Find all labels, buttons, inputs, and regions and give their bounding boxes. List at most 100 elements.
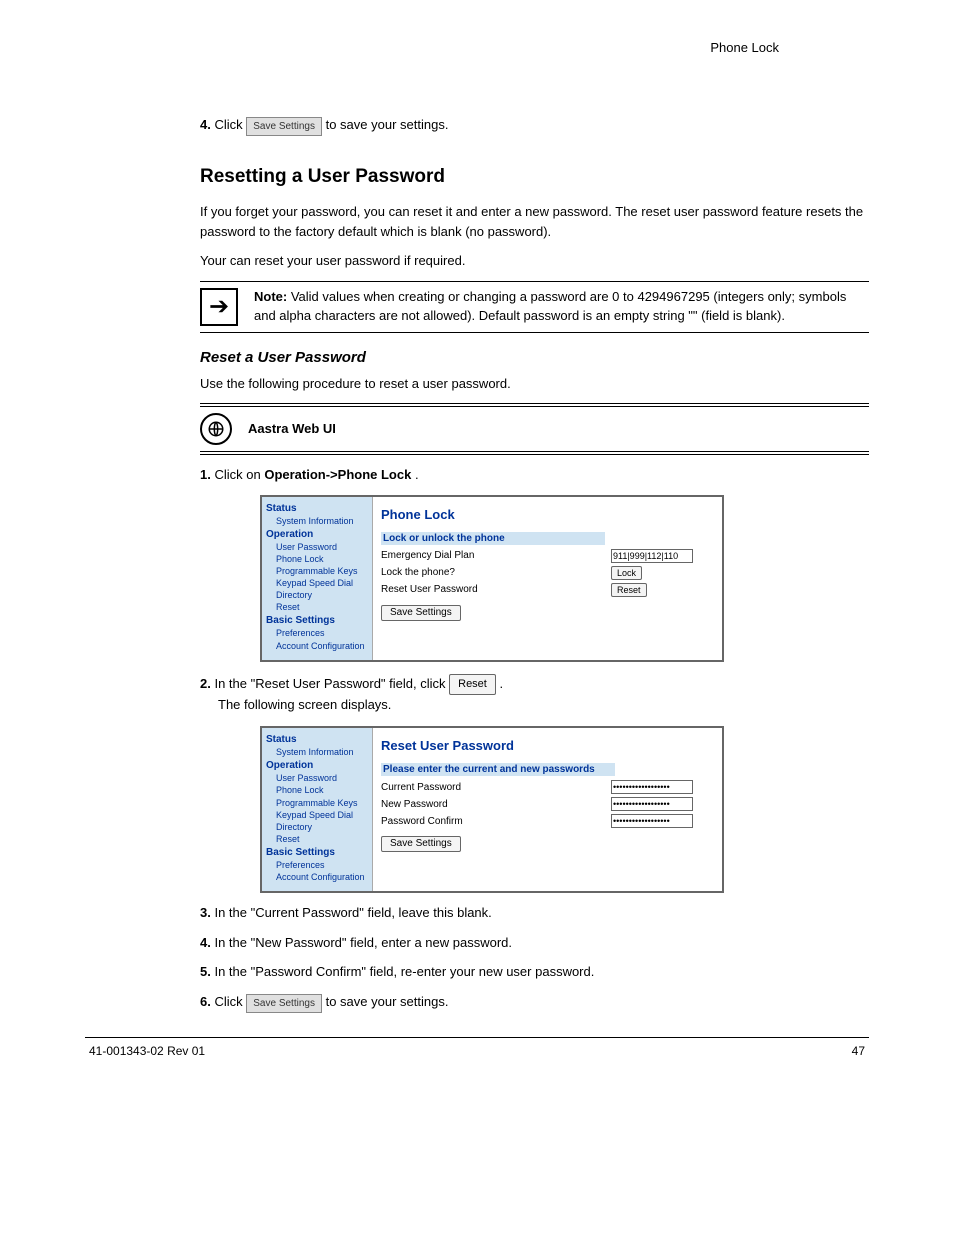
rule-double [200,451,869,455]
step-num: 4. [200,117,211,132]
rule [200,332,869,333]
panel-title: Reset User Password [381,738,714,753]
step-3: 3. In the "Current Password" field, leav… [200,903,869,923]
step-6: 6. Click Save Settings to save your sett… [200,992,869,1013]
step-text-after: . [415,467,419,482]
save-settings-button-image: Save Settings [246,117,322,136]
row-save: Save Settings [381,836,714,852]
row-lock: Lock the phone? Lock [381,566,714,580]
sidebar-sysinfo[interactable]: System Information [276,515,368,527]
sidebar-acctcfg[interactable]: Account Configuration [276,871,368,883]
step-text-after: to save your settings. [326,117,449,132]
input-new-password[interactable] [611,797,693,811]
row-reset: Reset User Password Reset [381,583,714,597]
step-num: 3. [200,905,211,920]
input-current-password[interactable] [611,780,693,794]
sidebar-phonelock[interactable]: Phone Lock [276,784,368,796]
webui-step1: 1. Click on Operation->Phone Lock . [200,465,869,485]
row-confirm: Password Confirm [381,814,714,828]
step-text-before: Click on [214,467,264,482]
sidebar-sysinfo[interactable]: System Information [276,746,368,758]
panel-subheader: Lock or unlock the phone [381,532,605,545]
panel-title: Phone Lock [381,507,714,522]
sidebar-prefs[interactable]: Preferences [276,627,368,639]
sidebar-basic[interactable]: Basic Settings [266,847,368,858]
input-confirm-password[interactable] [611,814,693,828]
content-pane: Reset User Password Please enter the cur… [372,728,722,891]
footer-right: 47 [852,1044,865,1058]
sidebar: Status System Information Operation User… [262,497,372,660]
sidebar-reset[interactable]: Reset [276,601,368,613]
section-heading-reset: Resetting a User Password [200,166,869,188]
row-current: Current Password [381,780,714,794]
sidebar-operation[interactable]: Operation [266,529,368,540]
sidebar-prefs[interactable]: Preferences [276,859,368,871]
note-row: ➔ Note: Valid values when creating or ch… [200,282,869,332]
save-settings-button[interactable]: Save Settings [381,605,461,621]
sidebar-phonelock[interactable]: Phone Lock [276,553,368,565]
sidebar-directory[interactable]: Directory [276,589,368,601]
sidebar-speeddial[interactable]: Keypad Speed Dial [276,577,368,589]
sidebar-progkeys[interactable]: Programmable Keys [276,797,368,809]
screenshot-reset-password: Status System Information Operation User… [260,726,724,893]
note-text: Note: Valid values when creating or chan… [254,288,869,324]
footer-rule [85,1037,869,1038]
step-num: 4. [200,935,211,950]
step-bold-path: Operation->Phone Lock [264,467,411,482]
reset-intro-line2: Your can reset your user password if req… [200,251,869,271]
save-settings-button-image: Save Settings [246,994,322,1013]
step-before: Click [214,994,246,1009]
screenshot-phone-lock: Status System Information Operation User… [260,495,724,662]
row-save: Save Settings [381,605,714,621]
sidebar-userpw[interactable]: User Password [276,772,368,784]
row-new: New Password [381,797,714,811]
footer: 41-001343-02 Rev 01 47 [85,1044,869,1058]
label-new: New Password [381,799,611,810]
sidebar-directory[interactable]: Directory [276,821,368,833]
webui-label: Aastra Web UI [248,420,336,438]
label-lock: Lock the phone? [381,567,611,578]
sidebar-speeddial[interactable]: Keypad Speed Dial [276,809,368,821]
lock-button[interactable]: Lock [611,566,642,580]
sidebar-status[interactable]: Status [266,503,368,514]
step-text: In the "Password Confirm" field, re-ente… [214,964,594,979]
label-confirm: Password Confirm [381,816,611,827]
sidebar-acctcfg[interactable]: Account Configuration [276,640,368,652]
label-emergency: Emergency Dial Plan [381,550,611,561]
step-next-line: The following screen displays. [218,695,391,715]
input-emergency[interactable] [611,549,693,563]
step-text: In the "Current Password" field, leave t… [214,905,491,920]
step-text-suffix: . [500,676,504,691]
webui-row: Aastra Web UI [200,407,869,451]
page-header: Phone Lock [85,40,869,55]
label-reset: Reset User Password [381,584,611,595]
step-num: 2. [200,676,211,691]
step-num: 1. [200,467,211,482]
sidebar-reset[interactable]: Reset [276,833,368,845]
reset-subheading: Reset a User Password [200,349,869,366]
step-4-save: 4. Click Save Settings to save your sett… [200,115,869,136]
webui-label-text: Aastra Web UI [248,421,336,436]
step-5: 5. In the "Password Confirm" field, re-e… [200,962,869,982]
sidebar-progkeys[interactable]: Programmable Keys [276,565,368,577]
sidebar-userpw[interactable]: User Password [276,541,368,553]
footer-left: 41-001343-02 Rev 01 [89,1044,205,1058]
note-arrow-icon: ➔ [200,288,238,326]
sidebar: Status System Information Operation User… [262,728,372,891]
sidebar-status[interactable]: Status [266,734,368,745]
sidebar-basic[interactable]: Basic Settings [266,615,368,626]
step-2-reset: 2. In the "Reset User Password" field, c… [200,674,869,714]
reset-procedure-intro: Use the following procedure to reset a u… [200,374,869,394]
step-text: In the "New Password" field, enter a new… [214,935,512,950]
step-text-prefix: In the "Reset User Password" field, clic… [214,676,449,691]
panel-subheader: Please enter the current and new passwor… [381,763,615,776]
globe-icon [200,413,232,445]
label-current: Current Password [381,782,611,793]
row-emergency: Emergency Dial Plan [381,549,714,563]
step-num: 6. [200,994,211,1009]
save-settings-button[interactable]: Save Settings [381,836,461,852]
reset-button[interactable]: Reset [611,583,647,597]
sidebar-operation[interactable]: Operation [266,760,368,771]
step-after: to save your settings. [326,994,449,1009]
content-pane: Phone Lock Lock or unlock the phone Emer… [372,497,722,660]
